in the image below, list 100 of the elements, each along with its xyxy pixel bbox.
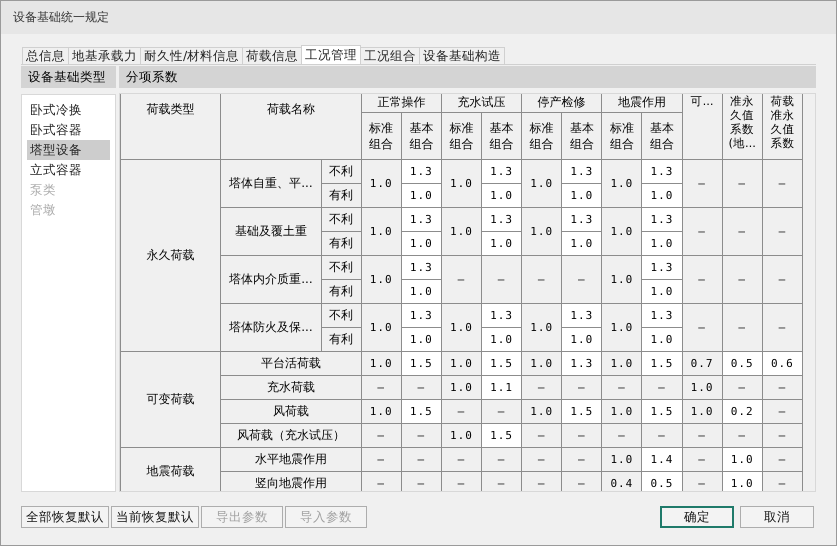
table-cell[interactable]: 1.3	[642, 207, 682, 231]
table-cell[interactable]: 1.0	[722, 447, 762, 471]
table-cell: –	[682, 207, 722, 255]
table-cell[interactable]: 0.5	[642, 471, 682, 491]
table-cell[interactable]: 1.5	[482, 351, 522, 375]
table-cell[interactable]: 1.3	[562, 303, 602, 327]
table-cell[interactable]: 1.0	[642, 279, 682, 303]
action-button[interactable]: 全部恢复默认	[21, 506, 109, 528]
table-cell[interactable]: 1.3	[482, 207, 522, 231]
list-item[interactable]: 卧式冷换	[27, 100, 110, 120]
table-cell[interactable]: 1.3	[482, 303, 522, 327]
table-cell[interactable]: 1.5	[401, 351, 442, 375]
table-cell[interactable]: 1.0	[722, 471, 762, 491]
table-cell[interactable]: 1.5	[562, 399, 602, 423]
column-header: 停产检修	[522, 94, 602, 112]
load-type-cell: 可变荷载	[120, 351, 221, 447]
table-cell: –	[441, 399, 482, 423]
table-cell[interactable]: 1.0	[401, 279, 442, 303]
table-cell[interactable]: 1.3	[642, 303, 682, 327]
list-item[interactable]: 塔型设备	[27, 140, 110, 160]
table-cell: 0.4	[602, 471, 642, 491]
table-cell[interactable]: 1.3	[401, 303, 442, 327]
table-cell[interactable]: 1.3	[401, 159, 442, 183]
tab[interactable]: 工况管理	[301, 45, 362, 64]
table-cell: –	[562, 375, 602, 399]
column-header: 荷载类型	[120, 94, 221, 159]
table-cell[interactable]: 1.0	[562, 183, 602, 207]
table-cell[interactable]: 1.5	[482, 423, 522, 447]
column-header: 基本组合	[642, 112, 682, 159]
table-cell: –	[562, 255, 602, 303]
table-cell[interactable]: 0.2	[722, 399, 762, 423]
table-cell: –	[762, 375, 802, 399]
table-cell[interactable]: 1.0	[562, 327, 602, 351]
table-cell[interactable]: 0.5	[722, 351, 762, 375]
table-cell[interactable]: 1.1	[482, 375, 522, 399]
panel-header: 分项系数	[119, 66, 816, 88]
table-cell: 1.0	[682, 399, 722, 423]
table-cell: –	[602, 375, 642, 399]
table-cell[interactable]: 1.0	[401, 183, 442, 207]
table-cell: 1.0	[602, 447, 642, 471]
table-cell: 1.0	[361, 255, 402, 303]
table-cell[interactable]: 1.3	[642, 159, 682, 183]
table-cell: 1.0	[522, 303, 562, 351]
load-name-cell: 塔体自重、平...	[220, 159, 322, 207]
tab[interactable]: 荷载信息	[242, 47, 302, 64]
table-cell[interactable]: 1.0	[482, 327, 522, 351]
table-cell[interactable]: 1.3	[562, 351, 602, 375]
tab[interactable]: 总信息	[22, 47, 69, 64]
table-cell: 1.0	[522, 399, 562, 423]
action-button[interactable]: 当前恢复默认	[111, 506, 199, 528]
table-cell: 1.0	[602, 255, 642, 303]
table-cell[interactable]: 1.0	[482, 231, 522, 255]
column-header: 可...	[682, 94, 722, 159]
table-cell: –	[482, 255, 522, 303]
load-type-cell: 永久荷载	[120, 159, 221, 351]
cancel-button[interactable]: 取消	[740, 506, 814, 528]
table-cell[interactable]: 1.5	[401, 399, 442, 423]
table-cell[interactable]: 1.3	[401, 207, 442, 231]
table-cell: 1.0	[361, 159, 402, 207]
table-cell[interactable]: 1.0	[642, 231, 682, 255]
table-cell: –	[642, 423, 682, 447]
table-cell[interactable]: 1.0	[482, 183, 522, 207]
table-cell[interactable]: 1.3	[642, 255, 682, 279]
table-cell[interactable]: 1.4	[642, 447, 682, 471]
table-cell: –	[401, 423, 442, 447]
table-cell[interactable]: 1.3	[401, 255, 442, 279]
table-cell: –	[361, 375, 402, 399]
table-cell: 1.0	[361, 399, 402, 423]
table-cell: 不利	[321, 207, 362, 231]
table-cell: 1.0	[602, 303, 642, 351]
table-cell[interactable]: 1.0	[401, 231, 442, 255]
table-cell[interactable]: 1.3	[562, 159, 602, 183]
table-cell: 1.0	[361, 351, 402, 375]
list-item[interactable]: 立式容器	[27, 160, 110, 180]
tab[interactable]: 工况组合	[360, 47, 420, 64]
table-cell[interactable]: 1.0	[401, 327, 442, 351]
ok-button[interactable]: 确定	[660, 506, 734, 528]
load-name-cell: 平台活荷载	[220, 351, 362, 375]
table-cell[interactable]: 1.5	[642, 351, 682, 375]
sidebar-header: 设备基础类型	[21, 66, 116, 88]
tab[interactable]: 设备基础构造	[419, 47, 506, 64]
table-cell[interactable]: 1.5	[642, 399, 682, 423]
table-cell: 1.0	[522, 351, 562, 375]
load-name-cell: 水平地震作用	[220, 447, 362, 471]
table-cell[interactable]: 1.0	[642, 327, 682, 351]
table-cell[interactable]: 1.0	[562, 231, 602, 255]
column-header: 标准组合	[602, 112, 642, 159]
tab[interactable]: 耐久性/材料信息	[140, 47, 244, 64]
load-name-cell: 基础及覆土重	[220, 207, 322, 255]
table-cell[interactable]: 0.6	[762, 351, 802, 375]
table-cell[interactable]: 1.3	[482, 159, 522, 183]
table-cell: –	[361, 471, 402, 491]
table-cell: –	[682, 471, 722, 491]
table-cell: 有利	[321, 279, 362, 303]
column-header: 标准组合	[441, 112, 482, 159]
window-title: 设备基础统一规定	[13, 9, 109, 26]
table-cell[interactable]: 1.3	[562, 207, 602, 231]
tab[interactable]: 地基承载力	[68, 47, 141, 64]
table-cell[interactable]: 1.0	[642, 183, 682, 207]
list-item[interactable]: 卧式容器	[27, 120, 110, 140]
